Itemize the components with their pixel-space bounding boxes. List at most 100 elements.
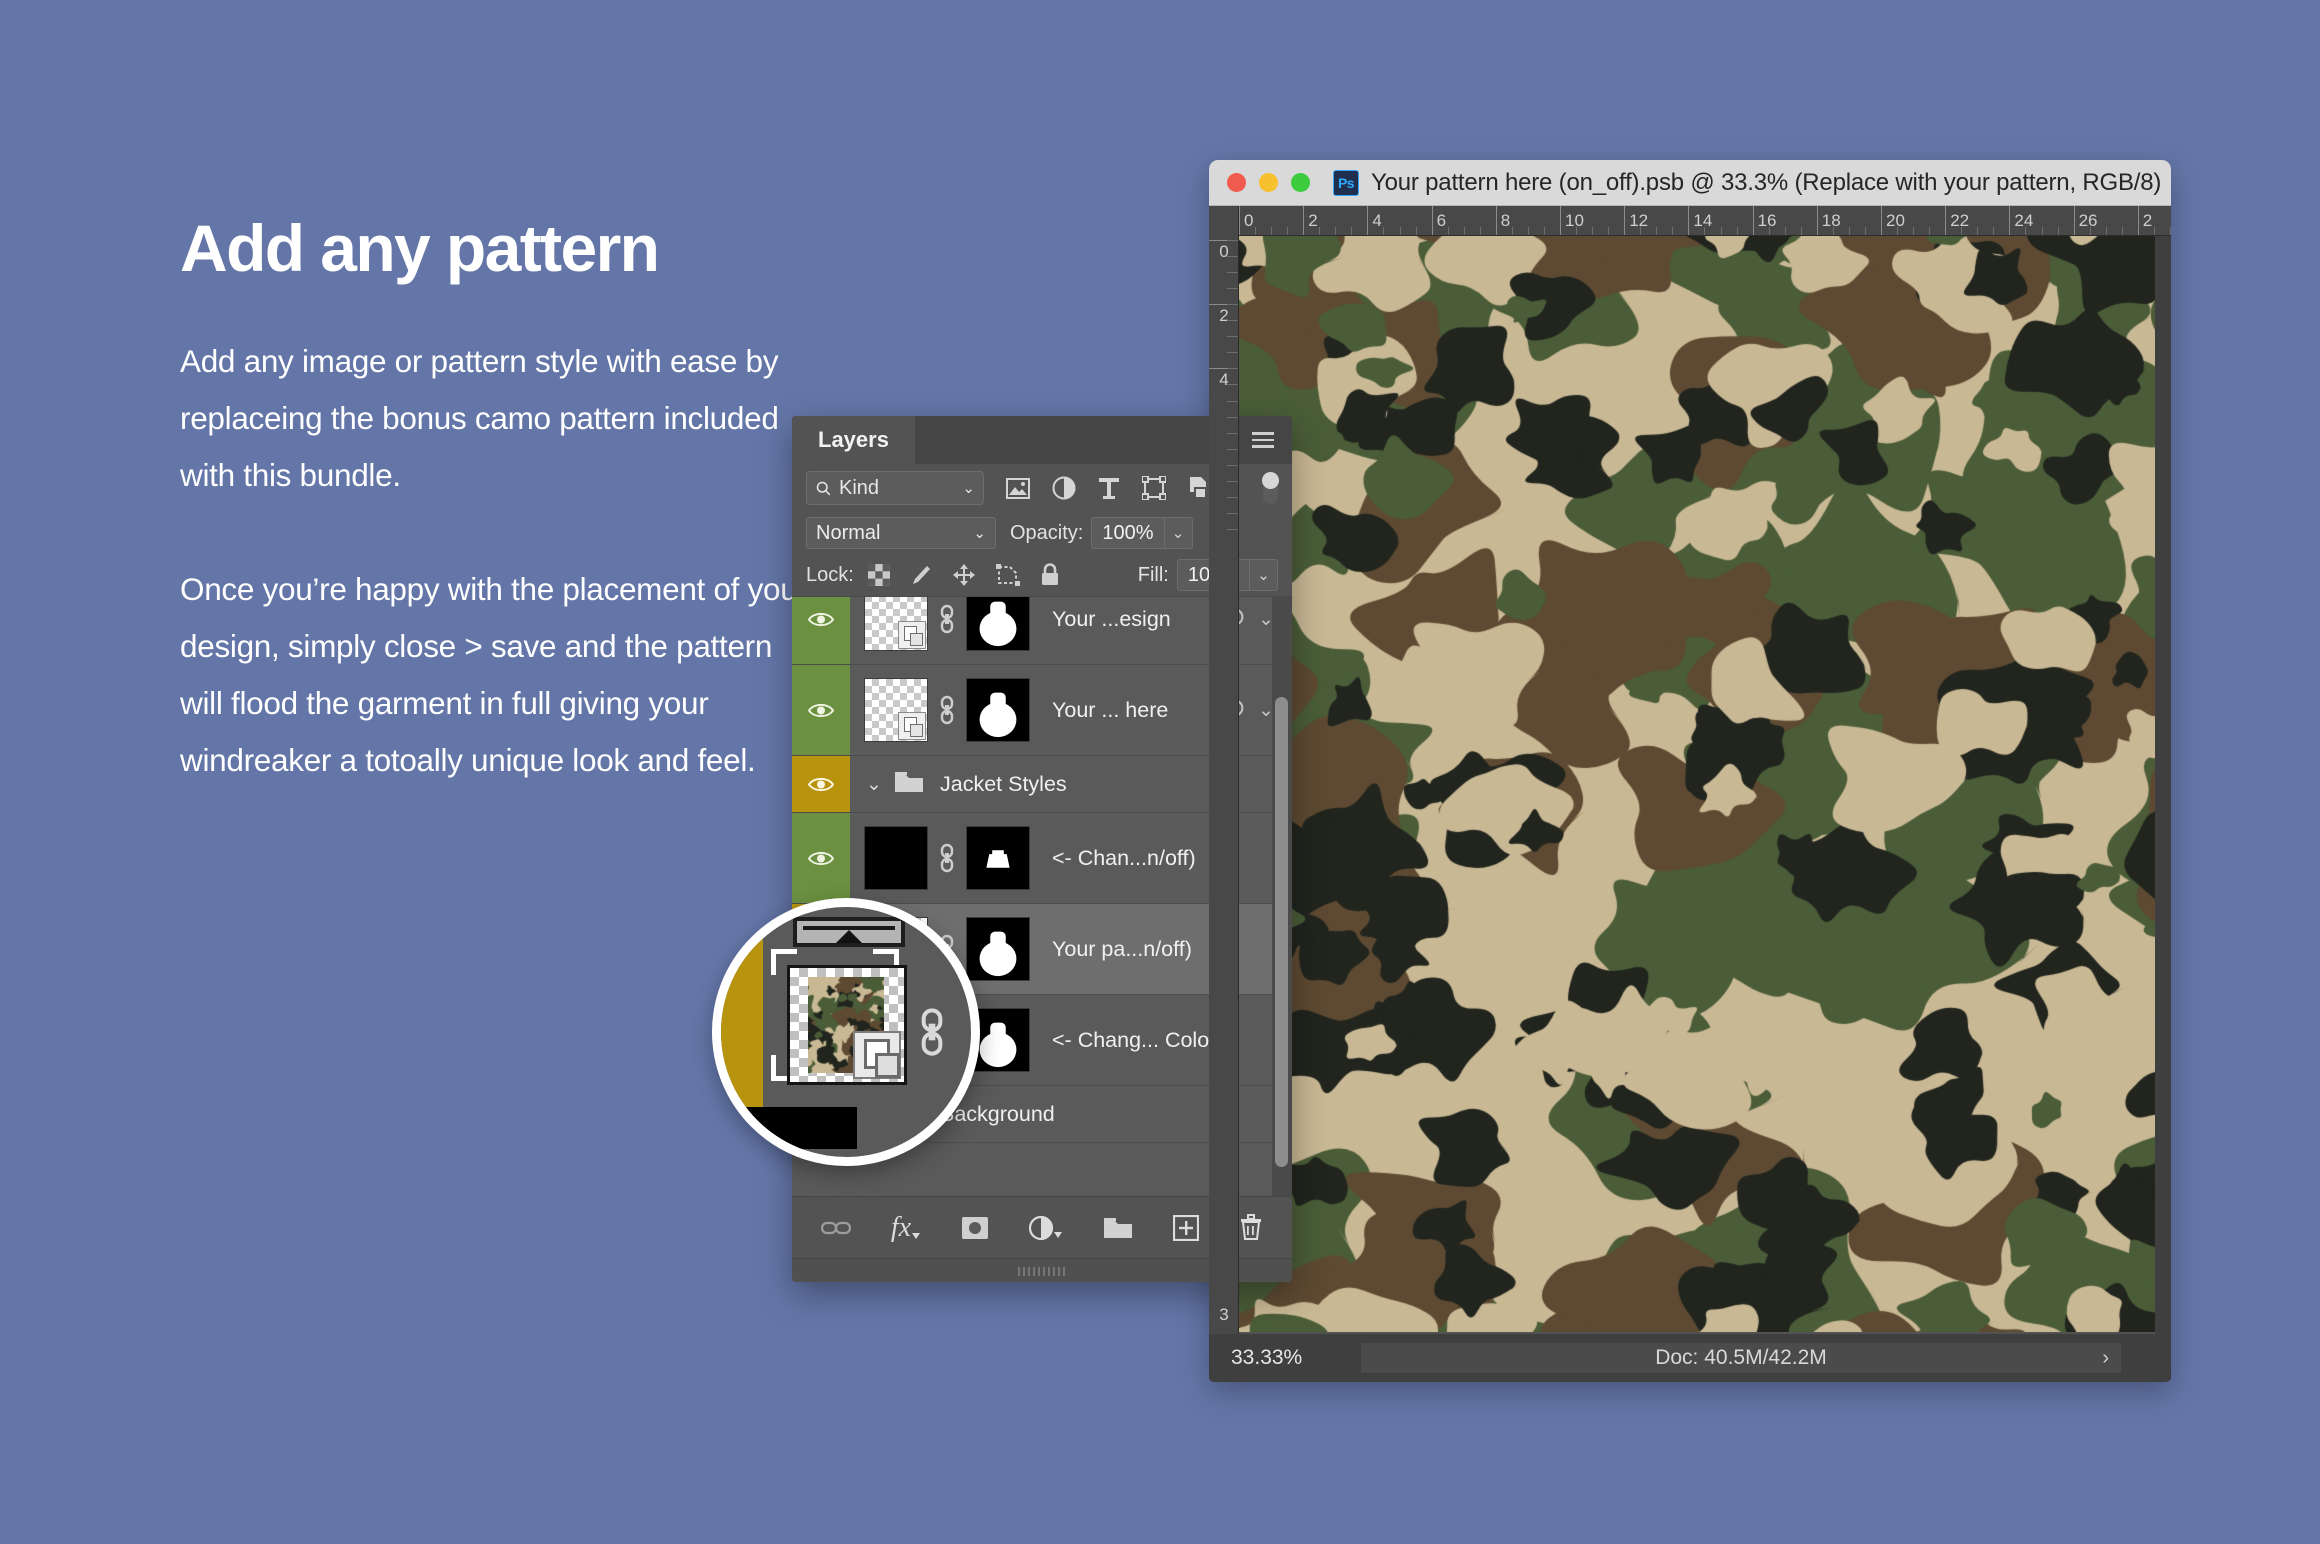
chevron-down-icon[interactable]: ⌄ (973, 524, 986, 542)
doc-size-text: Doc: 40.5M/42.2M (1655, 1346, 1827, 1369)
layer-mask-thumbnail[interactable] (966, 678, 1030, 742)
layer-thumbnail[interactable] (864, 826, 928, 890)
type-layer-filter-icon[interactable] (1098, 477, 1120, 500)
horizontal-ruler: 024681012141618202224262 (1209, 206, 2171, 236)
opacity-chevron-down-icon[interactable]: ⌄ (1165, 517, 1193, 549)
chevron-down-icon[interactable]: ⌄ (962, 479, 975, 497)
ruler-minor-tick (1801, 227, 1806, 236)
filter-enable-toggle[interactable] (1263, 473, 1278, 504)
document-size-info[interactable]: Doc: 40.5M/42.2M › (1361, 1343, 2121, 1373)
tab-layers[interactable]: Layers (792, 416, 915, 464)
filter-kind-label: Kind (839, 477, 879, 500)
ruler-minor-tick (1227, 352, 1239, 353)
ruler-minor-tick (1227, 368, 1239, 369)
ruler-tick: 2 (1303, 206, 1317, 236)
ruler-minor-tick (1319, 227, 1324, 236)
search-icon (815, 480, 832, 497)
layer-name[interactable]: <- Chan...n/off) (1052, 846, 1196, 871)
ruler-minor-tick (1227, 384, 1239, 385)
ruler-minor-tick (1512, 227, 1517, 236)
ruler-minor-tick (1737, 227, 1742, 236)
layer-name[interactable]: Your ... here (1052, 698, 1168, 723)
ruler-minor-tick (2154, 227, 2159, 236)
new-layer-icon[interactable] (1173, 1215, 1199, 1241)
vertical-scrollbar[interactable] (1275, 697, 1288, 1167)
blend-mode-select[interactable]: Normal ⌄ (806, 517, 996, 549)
layer-visibility-toggle[interactable] (792, 665, 850, 755)
layer-visibility-toggle[interactable] (792, 596, 850, 664)
layer-thumbnail[interactable] (864, 678, 928, 742)
fx-label: fx (891, 1212, 911, 1244)
ruler-minor-tick (1672, 227, 1677, 236)
status-chevron-icon[interactable]: › (2102, 1343, 2109, 1373)
layer-mask-thumbnail[interactable] (966, 826, 1030, 890)
fill-chevron-down-icon[interactable]: ⌄ (1250, 559, 1278, 591)
magnified-scroll-arrow (793, 917, 905, 947)
opacity-input[interactable]: 100% (1091, 517, 1164, 549)
ruler-minor-tick (1227, 256, 1239, 257)
ruler-minor-tick (1227, 513, 1239, 514)
lock-all-icon[interactable] (1040, 563, 1060, 587)
panel-menu-icon[interactable] (1252, 432, 1274, 448)
layer-visibility-toggle[interactable] (792, 813, 850, 903)
zoom-button[interactable] (1291, 173, 1310, 192)
layer-mask-thumbnail[interactable] (966, 596, 1030, 651)
layer-style-fx-icon[interactable]: fx (891, 1212, 921, 1244)
window-titlebar: Ps Your pattern here (on_off).psb @ 33.3… (1209, 160, 2171, 206)
ruler-minor-tick (1227, 433, 1239, 434)
ruler-minor-tick (1785, 227, 1790, 236)
lock-position-icon[interactable] (952, 563, 976, 587)
lock-artboard-icon[interactable] (996, 564, 1020, 586)
zoom-level[interactable]: 33.33% (1231, 1346, 1361, 1370)
add-layer-mask-icon[interactable] (961, 1216, 989, 1240)
ruler-minor-tick (1608, 227, 1613, 236)
folder-icon (894, 770, 924, 799)
layer-visibility-toggle[interactable] (792, 756, 850, 812)
ruler-minor-tick (1897, 227, 1902, 236)
window-title: Your pattern here (on_off).psb @ 33.3% (… (1371, 169, 2161, 197)
lock-image-pixels-icon[interactable] (910, 564, 932, 586)
ruler-minor-tick (1227, 336, 1239, 337)
link-layers-icon[interactable] (821, 1219, 851, 1237)
lock-label: Lock: (806, 564, 854, 587)
ruler-minor-tick (1640, 227, 1645, 236)
close-button[interactable] (1227, 173, 1246, 192)
adjustment-layer-filter-icon[interactable] (1052, 476, 1076, 500)
ruler-minor-tick (2106, 227, 2111, 236)
shape-layer-filter-icon[interactable] (1142, 476, 1166, 500)
new-adjustment-layer-icon[interactable] (1029, 1215, 1063, 1241)
filter-kind-select[interactable]: Kind ⌄ (806, 471, 984, 505)
photoshop-icon: Ps (1333, 170, 1359, 196)
triangle-up-icon (836, 930, 862, 943)
ruler-minor-tick (1833, 227, 1838, 236)
canvas-area[interactable] (1239, 236, 2155, 1334)
layer-name[interactable]: Your pa...n/off) (1052, 937, 1192, 962)
layer-thumbnail[interactable] (864, 596, 928, 651)
magnified-layer-thumbnail (787, 965, 907, 1085)
lock-icon-group (868, 563, 1060, 587)
photoshop-document-window: Ps Your pattern here (on_off).psb @ 33.3… (1209, 160, 2171, 1382)
ruler-minor-tick (1977, 227, 1982, 236)
layer-mask-thumbnail[interactable] (966, 917, 1030, 981)
minimize-button[interactable] (1259, 173, 1278, 192)
lock-transparent-pixels-icon[interactable] (868, 564, 890, 586)
new-group-icon[interactable] (1103, 1216, 1133, 1240)
ruler-tick: 4 (1367, 206, 1381, 236)
smart-object-filter-icon[interactable] (1188, 476, 1211, 500)
link-icon[interactable] (934, 695, 960, 725)
link-icon[interactable] (934, 604, 960, 634)
group-expand-arrow-icon[interactable]: ⌄ (866, 773, 884, 796)
ruler-minor-tick (1544, 227, 1549, 236)
smart-object-badge-icon (898, 712, 926, 740)
link-icon[interactable] (934, 843, 960, 873)
layer-name[interactable]: Jacket Styles (940, 772, 1067, 797)
layer-name[interactable]: Your ...esign (1052, 607, 1171, 632)
link-icon (917, 1007, 947, 1062)
layer-name[interactable]: <- Chang... Colour (1052, 1028, 1228, 1053)
magnifier-loupe (712, 898, 980, 1166)
ruler-tick: 2 (1209, 304, 1239, 327)
delete-layer-icon[interactable] (1239, 1214, 1263, 1241)
description-paragraph-2: Once you’re happy with the placement of … (180, 561, 820, 789)
pixel-layer-filter-icon[interactable] (1006, 478, 1030, 499)
ruler-minor-tick (1865, 227, 1870, 236)
